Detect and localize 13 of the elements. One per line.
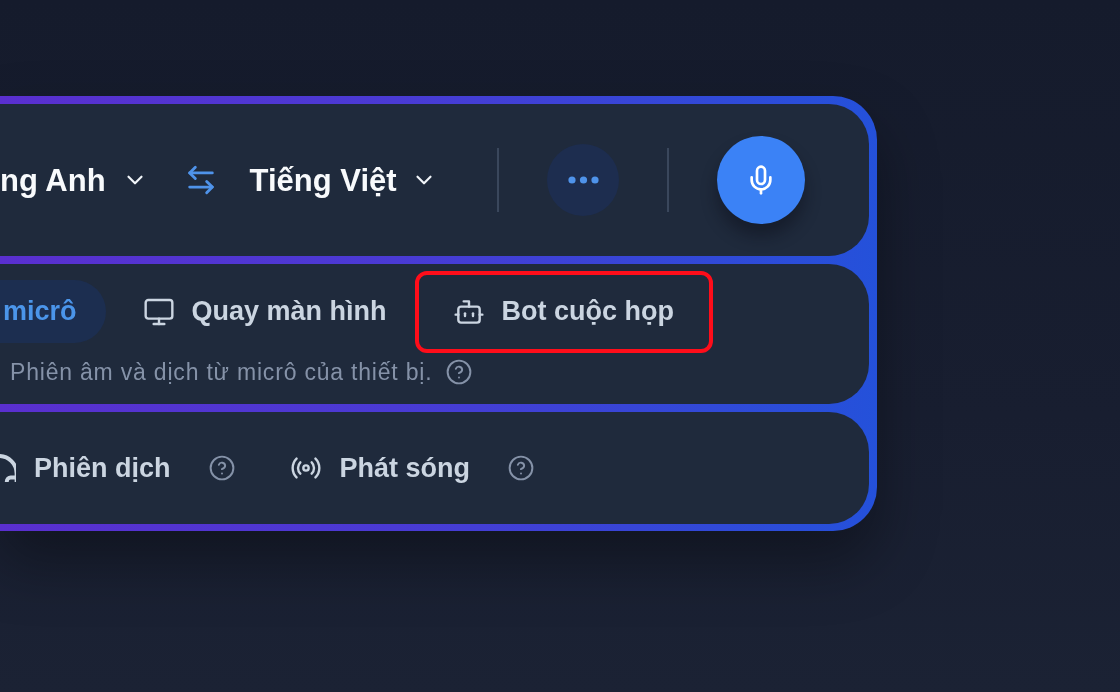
help-icon[interactable] xyxy=(208,455,235,481)
more-icon xyxy=(567,176,599,184)
language-dropdown[interactable]: ng Anh xyxy=(0,164,148,196)
description-text: Phiên âm và dịch từ micrô của thiết bị. xyxy=(10,359,433,385)
help-icon[interactable] xyxy=(446,359,473,385)
mode-option[interactable]: Phát sóng xyxy=(289,452,471,484)
source-tab[interactable]: Quay màn hình xyxy=(113,280,416,343)
headphones-icon xyxy=(0,454,16,482)
help-icon[interactable] xyxy=(508,455,535,481)
source-tab[interactable]: Bot cuộc họp xyxy=(423,280,704,343)
language-dropdown[interactable]: Tiếng Việt xyxy=(249,164,437,196)
mode-option[interactable]: Phiên dịch xyxy=(0,454,171,482)
source-tab[interactable]: micrô xyxy=(0,280,106,343)
